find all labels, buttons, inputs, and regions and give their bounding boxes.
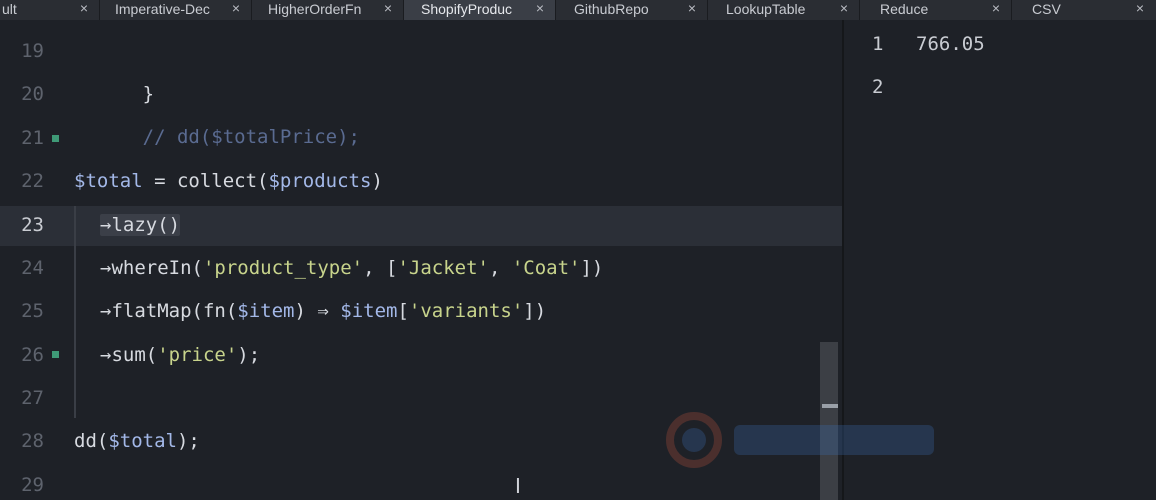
tab-label: CSV xyxy=(1032,1,1061,17)
code-string: 'product_type' xyxy=(202,257,364,279)
tab-label: Imperative-Dec xyxy=(115,1,210,17)
code-string: 'Coat' xyxy=(511,257,581,279)
line-number: 27 xyxy=(21,387,44,409)
code-line-22: $total = collect($products) xyxy=(74,160,383,203)
watermark-logo xyxy=(664,405,954,479)
line-number: 28 xyxy=(21,430,44,452)
line-number: 29 xyxy=(21,474,44,496)
output-line-number: 1 xyxy=(872,33,884,55)
code-token: →whereIn( xyxy=(100,257,203,279)
code-token: ) xyxy=(371,170,383,192)
code-token: →sum( xyxy=(100,344,158,366)
code-string: 'price' xyxy=(157,344,238,366)
app-window: ult × Imperative-Dec × HigherOrderFn × S… xyxy=(0,0,1156,500)
output-value: 766.05 xyxy=(916,33,985,55)
code-token: , [ xyxy=(363,257,398,279)
watermark-logo-graphic xyxy=(666,412,934,468)
tab-label: HigherOrderFn xyxy=(268,1,362,17)
tab-shopify-product[interactable]: ShopifyProduc × xyxy=(404,0,556,20)
code-line-28: dd($total); xyxy=(74,420,200,463)
close-icon[interactable]: × xyxy=(1133,1,1147,15)
code-line-23: →lazy() xyxy=(100,204,181,247)
code-line-25: →flatMap(fn($item) ⇒ $item['variants']) xyxy=(100,290,546,333)
line-number: 24 xyxy=(21,257,44,279)
code-token: →flatMap(fn( xyxy=(100,300,238,322)
tab-github-repo[interactable]: GithubRepo × xyxy=(556,0,708,20)
code-string: 'variants' xyxy=(408,300,524,322)
code-token: dd( xyxy=(74,430,109,452)
code-variable: $item xyxy=(340,300,398,322)
code-line-19: } xyxy=(74,30,154,105)
tab-reduce[interactable]: Reduce × xyxy=(860,0,1012,20)
code-line-20: // dd($totalPrice); xyxy=(74,73,360,148)
tab-higher-order-fn[interactable]: HigherOrderFn × xyxy=(252,0,404,20)
tab-csv[interactable]: CSV × xyxy=(1012,0,1156,20)
code-token: , xyxy=(488,257,512,279)
line-number: 21 xyxy=(21,127,44,149)
line-number: 25 xyxy=(21,300,44,322)
tab-label: LookupTable xyxy=(726,1,806,17)
change-marker xyxy=(52,351,59,358)
tab-lookup-table[interactable]: LookupTable × xyxy=(708,0,860,20)
line-number: 20 xyxy=(21,83,44,105)
output-line-number: 2 xyxy=(872,76,884,98)
tab-bar: ult × Imperative-Dec × HigherOrderFn × S… xyxy=(0,0,1156,21)
code-token: ); xyxy=(176,430,200,452)
code-token: ); xyxy=(237,344,261,366)
close-icon[interactable]: × xyxy=(989,1,1003,15)
tab-label: Reduce xyxy=(880,1,929,17)
code-variable: $item xyxy=(237,300,295,322)
code-variable: $total xyxy=(108,430,177,452)
line-number: 22 xyxy=(21,170,44,192)
tab-ult[interactable]: ult × xyxy=(0,0,100,20)
tab-label: GithubRepo xyxy=(574,1,649,17)
tab-label: ShopifyProduc xyxy=(421,1,513,17)
tab-imperative-dec[interactable]: Imperative-Dec × xyxy=(100,0,252,20)
code-token: ) ⇒ xyxy=(294,300,341,322)
change-marker xyxy=(52,135,59,142)
code-line-26: →sum('price'); xyxy=(100,334,260,377)
indent-guide xyxy=(74,206,76,418)
close-icon[interactable]: × xyxy=(837,1,851,15)
code-token: ]) xyxy=(580,257,604,279)
close-icon[interactable]: × xyxy=(533,1,547,15)
code-token: ]) xyxy=(523,300,547,322)
close-icon[interactable]: × xyxy=(685,1,699,15)
close-icon[interactable]: × xyxy=(229,1,243,15)
code-token-selected: →lazy() xyxy=(100,214,181,236)
text-cursor-icon: I xyxy=(515,474,521,498)
code-token: [ xyxy=(397,300,409,322)
code-comment: // dd($totalPrice); xyxy=(142,126,360,148)
code-string: 'Jacket' xyxy=(397,257,489,279)
close-icon[interactable]: × xyxy=(381,1,395,15)
tab-label: ult xyxy=(2,1,17,17)
code-line-24: →whereIn('product_type', ['Jacket', 'Coa… xyxy=(100,247,603,290)
code-token: = collect( xyxy=(142,170,269,192)
code-variable: $products xyxy=(268,170,372,192)
line-number: 19 xyxy=(21,40,44,62)
code-variable: $total xyxy=(74,170,143,192)
close-icon[interactable]: × xyxy=(77,1,91,15)
line-number-current: 23 xyxy=(21,214,44,236)
line-number: 26 xyxy=(21,344,44,366)
